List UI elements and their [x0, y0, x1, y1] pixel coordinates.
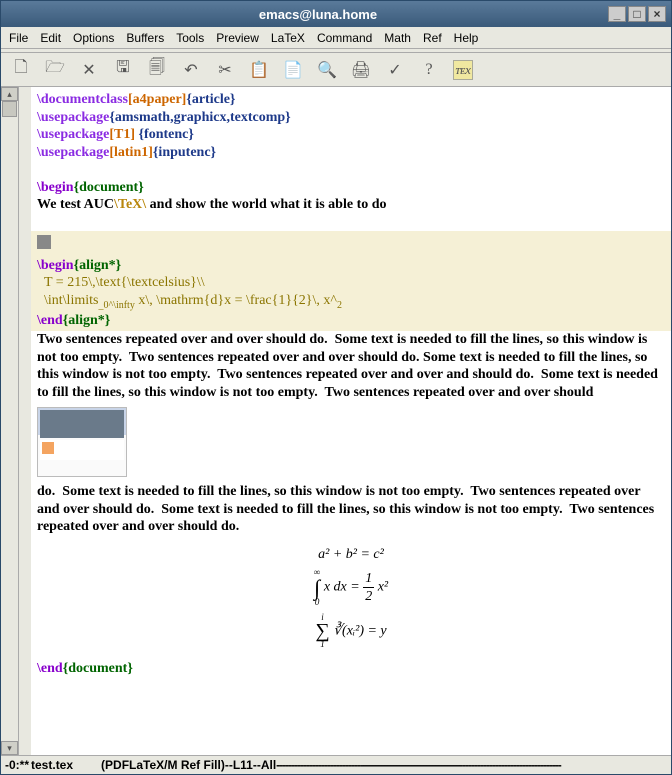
rendered-equations: a² + b² = c² ∞ ∫ 0 x dx = 1 2 x² [37, 536, 665, 661]
opt-a4paper: [a4paper] [128, 92, 186, 107]
cmd-begin: \begin [37, 258, 74, 273]
help-icon[interactable]: ? [419, 60, 439, 80]
menu-command[interactable]: Command [317, 31, 372, 45]
arg-article: {article} [186, 92, 235, 107]
preview-marker-icon[interactable] [37, 235, 51, 249]
menu-help[interactable]: Help [454, 31, 479, 45]
content-area: ▴ ▾ \documentclass[a4paper]{article} \us… [1, 87, 671, 755]
toolbar: 🗋 🗁 ✕ 🖫 🗐 ↶ ✂ 📋 📄 🔍 🖨 ✓ ? ᴛᴇx [1, 53, 671, 87]
scroll-up-icon[interactable]: ▴ [1, 87, 18, 101]
print-icon[interactable]: 🖨 [351, 60, 371, 80]
cmd-end: \end [37, 313, 63, 328]
menu-options[interactable]: Options [73, 31, 114, 45]
body-text: We test AUC [37, 197, 114, 212]
emacs-window: emacs@luna.home _ □ × File Edit Options … [0, 0, 672, 775]
env-align: {align*} [74, 258, 122, 273]
copy-icon[interactable]: 📋 [249, 60, 269, 80]
math-sup: 2 [337, 299, 342, 310]
body-text: and show the world what it is able to do [150, 197, 387, 212]
equation-1: a² + b² = c² [37, 546, 665, 564]
cmd-usepackage: \usepackage [37, 110, 109, 125]
app-icon [5, 6, 23, 22]
close-button[interactable]: × [648, 6, 666, 22]
save-icon[interactable]: 🖫 [113, 60, 133, 80]
menubar: File Edit Options Buffers Tools Preview … [1, 27, 671, 49]
scroll-down-icon[interactable]: ▾ [1, 741, 18, 755]
scrollbar[interactable]: ▴ ▾ [1, 87, 19, 755]
opt-latin1: [latin1] [109, 145, 153, 160]
tex-preview-icon[interactable]: ᴛᴇx [453, 60, 473, 80]
cmd-begin: \begin [37, 180, 74, 195]
modeline-status: -0:** [5, 758, 29, 772]
menu-preview[interactable]: Preview [216, 31, 259, 45]
math-line: x\, \mathrm{d}x = \frac{1}{2}\, x^ [135, 293, 337, 308]
arg-fontenc: {fontenc} [139, 127, 194, 142]
file-new-icon[interactable]: 🗋 [11, 60, 31, 80]
maximize-button[interactable]: □ [628, 6, 646, 22]
arg-inputenc: {inputenc} [153, 145, 216, 160]
minimize-button[interactable]: _ [608, 6, 626, 22]
menu-tools[interactable]: Tools [176, 31, 204, 45]
save-as-icon[interactable]: 🗐 [147, 60, 167, 80]
titlebar[interactable]: emacs@luna.home _ □ × [1, 1, 671, 27]
math-line: T = 215\,\text{\textcelsius}\\ [37, 274, 665, 292]
cmd-documentclass: \documentclass [37, 92, 128, 107]
equation-3: i ∑ 1 ∛(xᵢ²) = y [37, 612, 665, 651]
left-fringe [19, 87, 31, 755]
menu-file[interactable]: File [9, 31, 28, 45]
paragraph: do. Some text is needed to fill the line… [37, 483, 665, 536]
cmd-end: \end [37, 661, 63, 676]
window-title: emacs@luna.home [29, 7, 607, 22]
menu-latex[interactable]: LaTeX [271, 31, 305, 45]
menu-buffers[interactable]: Buffers [126, 31, 164, 45]
equation-2: ∞ ∫ 0 x dx = 1 2 x² [37, 567, 665, 608]
editor-buffer[interactable]: \documentclass[a4paper]{article} \usepac… [31, 87, 671, 755]
env-align: {align*} [63, 313, 111, 328]
menu-ref[interactable]: Ref [423, 31, 442, 45]
tex-logo: \TeX\ [114, 197, 150, 212]
cut-icon[interactable]: ✂ [215, 60, 235, 80]
modeline[interactable]: -0:** test.tex (PDFLaTeX/M Ref Fill)--L1… [1, 755, 671, 774]
menu-edit[interactable]: Edit [40, 31, 61, 45]
paste-icon[interactable]: 📄 [283, 60, 303, 80]
paragraph: Two sentences repeated over and over sho… [37, 331, 665, 401]
scroll-thumb[interactable] [2, 101, 17, 117]
env-document: {document} [74, 180, 144, 195]
spell-icon[interactable]: ✓ [385, 60, 405, 80]
math-line: \int\limits [37, 293, 98, 308]
close-icon[interactable]: ✕ [79, 60, 99, 80]
inline-image-preview [37, 407, 127, 477]
opt-t1: [T1] [109, 127, 138, 142]
file-open-icon[interactable]: 🗁 [45, 60, 65, 80]
modeline-filename: test.tex [31, 758, 73, 772]
modeline-mode: (PDFLaTeX/M Ref Fill)--L11--All [101, 758, 276, 772]
modeline-fill: ----------------------------------------… [276, 758, 667, 772]
undo-icon[interactable]: ↶ [181, 60, 201, 80]
math-environment: \begin{align*} T = 215\,\text{\textcelsi… [31, 231, 671, 331]
cmd-usepackage: \usepackage [37, 145, 109, 160]
math-sub: _0^\infty [98, 299, 134, 310]
arg-packages1: {amsmath,graphicx,textcomp} [109, 110, 290, 125]
cmd-usepackage: \usepackage [37, 127, 109, 142]
env-document: {document} [63, 661, 133, 676]
search-icon[interactable]: 🔍 [317, 60, 337, 80]
menu-math[interactable]: Math [384, 31, 411, 45]
